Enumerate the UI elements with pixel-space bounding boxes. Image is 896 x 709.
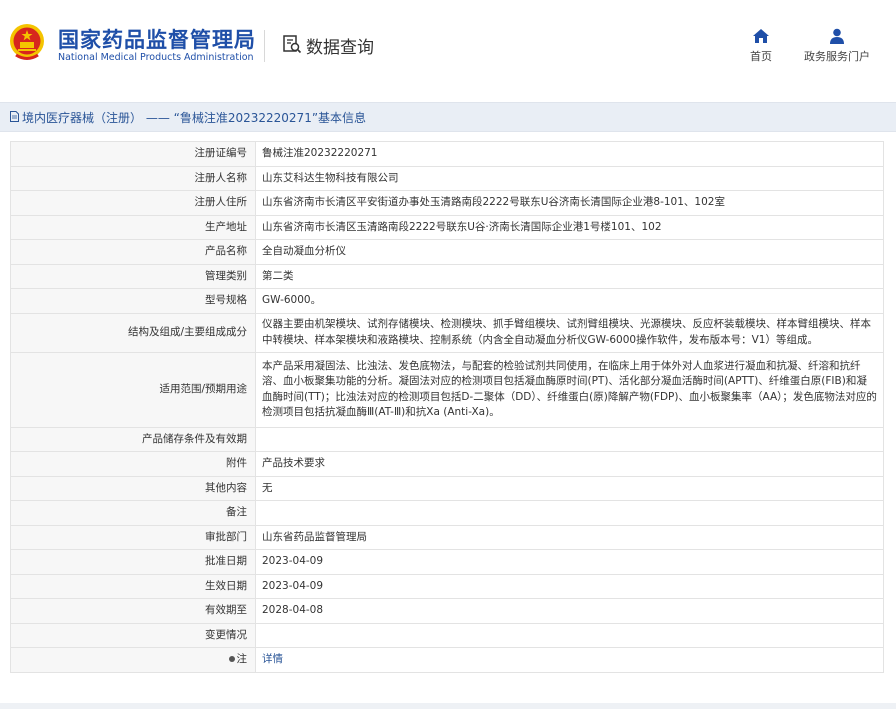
- table-row: 有效期至 2028-04-08: [10, 598, 884, 624]
- field-label: 注册人住所: [10, 190, 256, 216]
- field-value: 2023-04-09: [255, 573, 884, 599]
- table-row: 其他内容 无: [10, 475, 884, 501]
- field-value: 2023-04-09: [255, 549, 884, 575]
- field-value: 无: [255, 475, 884, 501]
- nav-home-label: 首页: [750, 50, 772, 63]
- field-value: 山东省济南市长清区平安街道办事处玉清路南段2222号联东U谷济南长清国际企业港8…: [255, 190, 884, 216]
- org-name-cn: 国家药品监督管理局: [58, 28, 256, 52]
- field-label: 注册人名称: [10, 165, 256, 191]
- field-label: 注册证编号: [10, 141, 256, 167]
- table-row: 产品储存条件及有效期: [10, 426, 884, 452]
- field-value: [255, 426, 884, 452]
- table-row: 附件 产品技术要求: [10, 451, 884, 477]
- table-row: 管理类别 第二类: [10, 263, 884, 289]
- field-label: 产品储存条件及有效期: [10, 426, 256, 452]
- table-row: 注册人住所 山东省济南市长清区平安街道办事处玉清路南段2222号联东U谷济南长清…: [10, 190, 884, 216]
- field-label: 管理类别: [10, 263, 256, 289]
- field-value: [255, 500, 884, 526]
- org-name-en: National Medical Products Administration: [58, 52, 254, 63]
- field-label: 附件: [10, 451, 256, 477]
- field-label: 变更情况: [10, 622, 256, 648]
- note-value-cell: 详情: [255, 647, 884, 673]
- field-value: 全自动凝血分析仪: [255, 239, 884, 265]
- table-row: 结构及组成/主要组成成分 仪器主要由机架模块、试剂存储模块、检测模块、抓手臂组模…: [10, 312, 884, 353]
- table-row: 适用范围/预期用途 本产品采用凝固法、比浊法、发色底物法，与配套的检验试剂共同使…: [10, 351, 884, 428]
- field-label: 适用范围/预期用途: [10, 351, 256, 428]
- nav-gov-service-portal[interactable]: 政务服务门户: [800, 28, 874, 64]
- data-query-icon: [283, 35, 302, 54]
- field-label: 批准日期: [10, 549, 256, 575]
- user-icon: [830, 28, 844, 44]
- field-value: 山东省药品监督管理局: [255, 524, 884, 550]
- field-value: 仪器主要由机架模块、试剂存储模块、检测模块、抓手臂组模块、试剂臂组模块、光源模块…: [255, 312, 884, 353]
- document-icon: [10, 111, 19, 122]
- table-row: 生产地址 山东省济南市长清区玉清路南段2222号联东U谷·济南长清国际企业港1号…: [10, 214, 884, 240]
- table-row: 审批部门 山东省药品监督管理局: [10, 524, 884, 550]
- table-row: 注册人名称 山东艾科达生物科技有限公司: [10, 165, 884, 191]
- national-emblem-icon: [10, 24, 44, 60]
- field-value: [255, 622, 884, 648]
- field-label: 注: [236, 653, 248, 665]
- field-value: 鲁械注准20232220271: [255, 141, 884, 167]
- field-label: 型号规格: [10, 288, 256, 314]
- field-value: 第二类: [255, 263, 884, 289]
- table-row: 注 详情: [10, 647, 884, 673]
- field-value: 山东艾科达生物科技有限公司: [255, 165, 884, 191]
- footer-strip: [0, 703, 896, 709]
- table-row: 备注: [10, 500, 884, 526]
- field-value: 2028-04-08: [255, 598, 884, 624]
- header-divider: [264, 30, 265, 62]
- field-label: 备注: [10, 500, 256, 526]
- field-label: 有效期至: [10, 598, 256, 624]
- field-value: GW-6000。: [255, 288, 884, 314]
- note-bullet-icon: [228, 656, 235, 662]
- table-row: 型号规格 GW-6000。: [10, 288, 884, 314]
- field-label: 生产地址: [10, 214, 256, 240]
- note-label-cell: 注: [10, 647, 256, 673]
- field-label: 审批部门: [10, 524, 256, 550]
- site-header: 国家药品监督管理局 National Medical Products Admi…: [0, 0, 896, 88]
- registration-info-table: 注册证编号 鲁械注准20232220271 注册人名称 山东艾科达生物科技有限公…: [10, 141, 884, 673]
- field-value: 山东省济南市长清区玉清路南段2222号联东U谷·济南长清国际企业港1号楼101、…: [255, 214, 884, 240]
- nav-gov-service-label: 政务服务门户: [804, 50, 870, 63]
- field-value: 本产品采用凝固法、比浊法、发色底物法，与配套的检验试剂共同使用，在临床上用于体外…: [255, 351, 884, 428]
- table-row: 注册证编号 鲁械注准20232220271: [10, 141, 884, 167]
- data-query-title: 数据查询: [306, 38, 374, 58]
- field-label: 生效日期: [10, 573, 256, 599]
- breadcrumb-text: 境内医疗器械（注册） —— “鲁械注准20232220271”基本信息: [22, 111, 367, 125]
- home-icon: [753, 29, 769, 43]
- breadcrumb: 境内医疗器械（注册） —— “鲁械注准20232220271”基本信息: [0, 102, 896, 132]
- field-label: 结构及组成/主要组成成分: [10, 312, 256, 353]
- field-value: 产品技术要求: [255, 451, 884, 477]
- table-row: 变更情况: [10, 622, 884, 648]
- table-row: 生效日期 2023-04-09: [10, 573, 884, 599]
- field-label: 其他内容: [10, 475, 256, 501]
- nav-home[interactable]: 首页: [744, 28, 778, 64]
- table-row: 产品名称 全自动凝血分析仪: [10, 239, 884, 265]
- details-link[interactable]: 详情: [262, 653, 283, 665]
- table-row: 批准日期 2023-04-09: [10, 549, 884, 575]
- field-label: 产品名称: [10, 239, 256, 265]
